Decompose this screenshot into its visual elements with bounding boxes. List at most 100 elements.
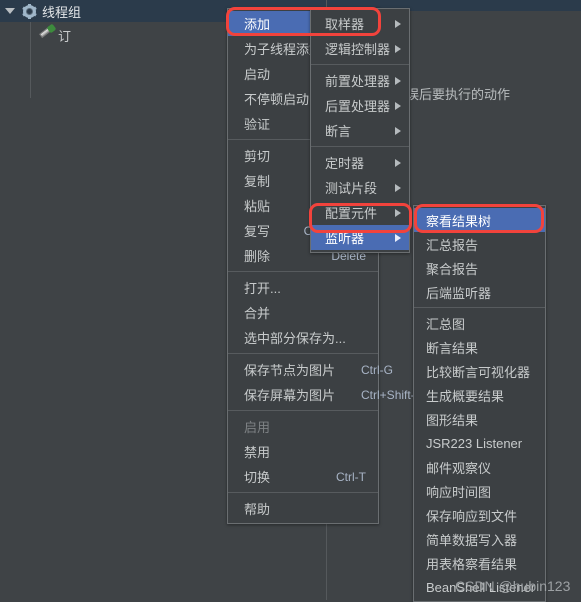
menu-item[interactable]: 取样器 (311, 11, 409, 36)
menu-item-label: 帮助 (244, 502, 271, 517)
menu-item[interactable]: 配置元件 (311, 200, 409, 225)
menu-item-label: 断言结果 (426, 340, 479, 356)
menu-item-label: 保存响应到文件 (426, 508, 518, 524)
menu-separator (311, 146, 409, 147)
menu-item-label: 添加 (244, 17, 271, 32)
menu-item-label: 前置处理器 (325, 74, 391, 89)
menu-item-label: 后端监听器 (426, 285, 492, 301)
menu-item[interactable]: 察看结果树 (414, 208, 545, 232)
menu-item[interactable]: 保存屏幕为图片 Ctrl+Shift-G (228, 382, 424, 407)
menu-item[interactable]: JSR223 Listener (414, 431, 545, 455)
menu-item-label: 不停顿启动 (244, 92, 310, 107)
menu-item[interactable]: 保存响应到文件 (414, 503, 545, 527)
menu-item[interactable]: 前置处理器 (311, 68, 409, 93)
chevron-right-icon (395, 158, 401, 167)
menu-item[interactable]: 选中部分保存为... (228, 325, 378, 350)
menu-item[interactable]: 图形结果 (414, 407, 545, 431)
menu-item-label: 察看结果树 (426, 213, 492, 229)
menu-item-label: 配置元件 (325, 206, 378, 221)
menu-item[interactable]: 切换 Ctrl-T (228, 464, 378, 489)
menu-item[interactable]: 保存节点为图片 Ctrl-G (228, 357, 393, 382)
menu-item-label: 启动 (244, 67, 271, 82)
chevron-right-icon (395, 126, 401, 135)
menu-item-label: 简单数据写入器 (426, 532, 518, 548)
menu-item-label: JSR223 Listener (426, 435, 523, 451)
menu-item-label: 切换 (244, 470, 271, 485)
chevron-right-icon (395, 208, 401, 217)
menu-item-label: 监听器 (325, 231, 365, 246)
menu-item-label: 取样器 (325, 17, 365, 32)
menu-item-shortcut: Ctrl-G (361, 362, 394, 377)
menu-item-label: 复写 (244, 224, 271, 239)
menu-item-label: 邮件观察仪 (426, 460, 492, 476)
menu-item[interactable]: 汇总报告 (414, 232, 545, 256)
add-submenu[interactable]: 取样器逻辑控制器前置处理器后置处理器断言定时器测试片段配置元件监听器 (310, 8, 410, 253)
menu-separator (311, 64, 409, 65)
menu-item-label: 逻辑控制器 (325, 42, 391, 57)
menu-item: 启用 (228, 414, 378, 439)
menu-item-label: 复制 (244, 174, 271, 189)
menu-item[interactable]: 监听器 (311, 225, 409, 250)
menu-item-label: 打开... (244, 281, 281, 296)
menu-item-label: 验证 (244, 117, 271, 132)
chevron-right-icon (395, 19, 401, 28)
menu-item-shortcut: Ctrl+Shift-G (361, 387, 425, 402)
menu-item-label: 生成概要结果 (426, 388, 505, 404)
menu-item[interactable]: 后置处理器 (311, 93, 409, 118)
menu-item-label: 粘贴 (244, 199, 271, 214)
chevron-right-icon (395, 233, 401, 242)
pipette-icon (36, 23, 57, 45)
collapse-triangle-icon[interactable] (5, 8, 15, 14)
menu-item[interactable]: 比较断言可视化器 (414, 359, 545, 383)
menu-separator (228, 410, 378, 411)
tree-indent-guide (0, 22, 36, 48)
tree-node-label: 线程组 (42, 4, 82, 20)
menu-item-label: 剪切 (244, 149, 271, 164)
menu-item-label: 聚合报告 (426, 261, 479, 277)
menu-item[interactable]: 邮件观察仪 (414, 455, 545, 479)
menu-item[interactable]: 断言 (311, 118, 409, 143)
menu-item-label: 断言 (325, 124, 352, 139)
menu-item[interactable]: 断言结果 (414, 335, 545, 359)
menu-item[interactable]: 测试片段 (311, 175, 409, 200)
menu-item-label: 合并 (244, 306, 271, 321)
menu-item[interactable]: 禁用 (228, 439, 378, 464)
menu-item[interactable]: 响应时间图 (414, 479, 545, 503)
tree-guide-line (30, 48, 31, 98)
menu-item-label: 用表格察看结果 (426, 556, 518, 572)
menu-separator (228, 353, 378, 354)
menu-item[interactable]: 后端监听器 (414, 280, 545, 304)
menu-item-label: 选中部分保存为... (244, 331, 346, 346)
chevron-right-icon (395, 76, 401, 85)
menu-item[interactable]: 生成概要结果 (414, 383, 545, 407)
menu-item-label: 禁用 (244, 445, 271, 460)
menu-separator (228, 271, 378, 272)
menu-item-label: 保存节点为图片 (244, 363, 336, 378)
menu-item[interactable]: 逻辑控制器 (311, 36, 409, 61)
gear-icon (22, 3, 37, 19)
menu-item-label: 测试片段 (325, 181, 378, 196)
menu-separator (228, 492, 378, 493)
menu-separator (414, 307, 545, 308)
menu-item[interactable]: 聚合报告 (414, 256, 545, 280)
menu-item[interactable]: 打开... (228, 275, 378, 300)
error-action-legend: 误后要执行的动作 (406, 87, 511, 102)
menu-item[interactable]: 合并 (228, 300, 378, 325)
menu-item-label: 汇总图 (426, 316, 466, 332)
menu-item[interactable]: 帮助 (228, 496, 378, 521)
menu-item[interactable]: 用表格察看结果 (414, 551, 545, 575)
listener-submenu[interactable]: 察看结果树汇总报告聚合报告后端监听器汇总图断言结果比较断言可视化器生成概要结果图… (413, 205, 546, 602)
tree-child-label: 订 (58, 28, 72, 44)
menu-item-label: 汇总报告 (426, 237, 479, 253)
watermark: CSDN @hubin123 (455, 578, 571, 594)
menu-item-label: 保存屏幕为图片 (244, 388, 336, 403)
chevron-right-icon (395, 183, 401, 192)
menu-item[interactable]: 定时器 (311, 150, 409, 175)
menu-item-label: 启用 (244, 420, 271, 435)
menu-item[interactable]: 简单数据写入器 (414, 527, 545, 551)
menu-item-label: 图形结果 (426, 412, 479, 428)
chevron-right-icon (395, 101, 401, 110)
menu-item-label: 后置处理器 (325, 99, 391, 114)
menu-item[interactable]: 汇总图 (414, 311, 545, 335)
jmeter-window: 线程组 订 程组 误后要执行的动作 启动下一进程循环 1 Ramp-U 循环次数… (0, 0, 581, 602)
